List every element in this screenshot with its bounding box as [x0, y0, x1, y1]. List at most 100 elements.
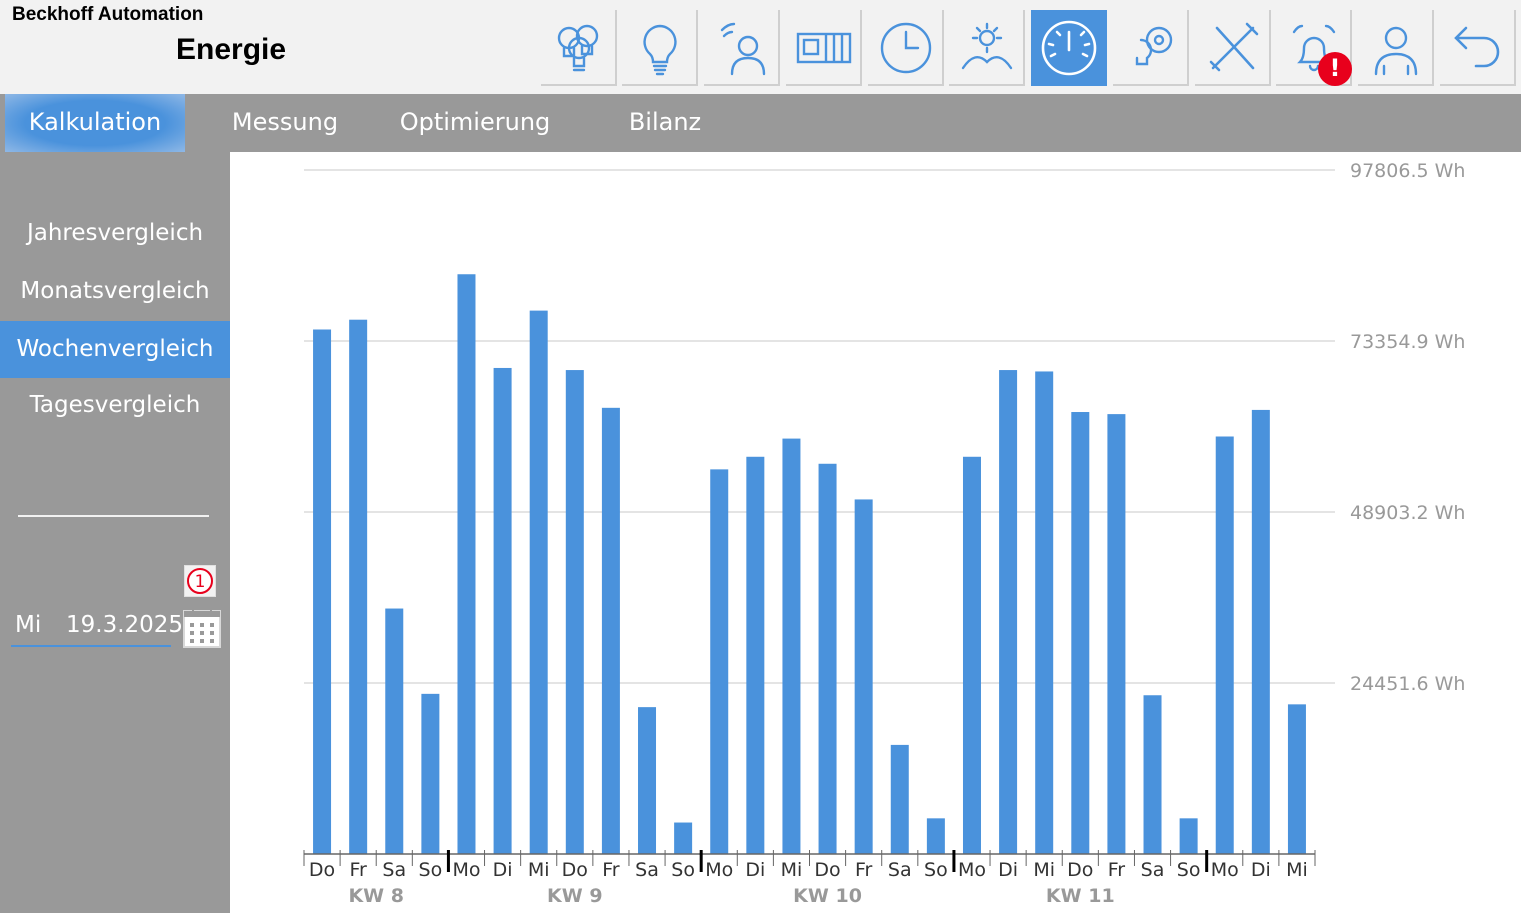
x-tick-label: Mi	[1033, 859, 1055, 881]
bar	[926, 818, 945, 854]
y-tick-label: 73354.9 Wh	[1350, 331, 1465, 353]
lightbulb-button[interactable]	[622, 10, 698, 86]
bar	[962, 456, 981, 854]
company-name: Beckhoff Automation	[12, 4, 204, 25]
x-tick-label: Do	[309, 859, 335, 881]
x-tick-label: Di	[493, 859, 513, 881]
x-tick-label: Fr	[349, 859, 367, 881]
bar	[890, 744, 909, 854]
x-tick-label: Di	[745, 859, 765, 881]
weather-icon	[961, 22, 1013, 70]
x-tick-label: Fr	[602, 859, 620, 881]
weather-button[interactable]	[949, 10, 1025, 86]
clock-button[interactable]	[868, 10, 944, 86]
y-tick-label: 48903.2 Wh	[1350, 502, 1465, 524]
x-tick-label: Di	[998, 859, 1018, 881]
date-field-underline	[11, 645, 171, 647]
bar	[385, 608, 404, 854]
blinds-button[interactable]	[786, 10, 862, 86]
pending-count-icon: 1	[187, 568, 213, 594]
tools-button[interactable]	[1195, 10, 1271, 86]
bar	[601, 407, 620, 854]
bar	[782, 438, 801, 854]
bar	[1035, 371, 1054, 854]
presence-button[interactable]	[704, 10, 780, 86]
sidebar: Jahresvergleich Monatsvergleich Wochenve…	[0, 152, 266, 913]
bar	[1143, 695, 1162, 854]
bar	[638, 707, 657, 854]
x-tick-label: So	[924, 859, 948, 881]
sidebar-item-monatsvergleich[interactable]: Monatsvergleich	[0, 263, 230, 320]
x-tick-label: Mo	[452, 859, 480, 881]
energy-gauge-icon	[1041, 20, 1097, 76]
user-button[interactable]	[1358, 10, 1434, 86]
sidebar-item-wochenvergleich[interactable]: Wochenvergleich	[0, 321, 230, 378]
x-tick-label: Fr	[855, 859, 873, 881]
week-label: KW 10	[793, 885, 862, 907]
x-tick-label: Mo	[1211, 859, 1239, 881]
bar	[421, 693, 440, 854]
bar	[1179, 818, 1198, 854]
pending-count-badge: 1	[184, 565, 216, 597]
x-tick-label: Do	[814, 859, 840, 881]
weekly-energy-bar-chart: 97806.5 Wh 73354.9 Wh 48903.2 Wh 24451.6 Wh…	[303, 160, 1465, 907]
x-tick-label: Do	[1067, 859, 1093, 881]
x-tick-label: Do	[562, 859, 588, 881]
clock-icon	[880, 22, 932, 74]
tab-kalkulation[interactable]: Kalkulation	[5, 94, 185, 152]
x-tick-label: Mo	[705, 859, 733, 881]
tab-bar: Kalkulation Messung Optimierung Bilanz	[0, 94, 1521, 152]
bar	[854, 499, 873, 854]
x-tick-label: Mo	[958, 859, 986, 881]
y-tick-label: 97806.5 Wh	[1350, 160, 1465, 182]
date-field[interactable]: 19.3.2025	[66, 612, 183, 638]
bar	[999, 370, 1018, 854]
calendar-icon[interactable]	[182, 607, 222, 649]
bar	[529, 310, 548, 854]
blinds-icon	[796, 32, 852, 64]
bar	[1215, 436, 1234, 854]
tools-icon	[1209, 22, 1259, 72]
x-tick-label: Mi	[1286, 859, 1308, 881]
bar	[746, 456, 765, 854]
week-label: KW 8	[348, 885, 404, 907]
x-tick-label: Mi	[528, 859, 550, 881]
energy-button[interactable]	[1031, 10, 1107, 86]
x-tick-label: Sa	[888, 859, 912, 881]
sidebar-divider	[18, 515, 209, 517]
page-title: Energie	[176, 33, 287, 66]
lighting-groups-button[interactable]	[541, 10, 617, 86]
bar	[493, 367, 512, 854]
x-tick-label: Sa	[1141, 859, 1165, 881]
bar	[565, 370, 584, 854]
tab-bilanz[interactable]: Bilanz	[580, 94, 750, 152]
alarm-badge-text: !	[1329, 54, 1341, 82]
sidebar-item-jahresvergleich[interactable]: Jahresvergleich	[0, 205, 230, 262]
x-tick-label: So	[419, 859, 443, 881]
bar	[818, 463, 837, 854]
x-tick-label: Sa	[382, 859, 406, 881]
back-icon	[1454, 26, 1500, 68]
weekday-label: Mi	[15, 612, 42, 638]
back-button[interactable]	[1440, 10, 1516, 86]
user-icon	[1374, 26, 1418, 76]
x-tick-label: Mi	[781, 859, 803, 881]
alarm-badge: !	[1318, 52, 1352, 86]
bar	[674, 822, 693, 854]
bar	[1287, 704, 1306, 854]
bar	[349, 319, 368, 854]
pending-count-text: 1	[195, 572, 206, 592]
tab-optimierung[interactable]: Optimierung	[390, 94, 560, 152]
x-tick-label: Sa	[635, 859, 659, 881]
header-bar: Beckhoff Automation Energie !	[0, 0, 1521, 94]
tab-messung[interactable]: Messung	[200, 94, 370, 152]
bar	[1107, 414, 1126, 854]
lighting-groups-icon	[557, 24, 599, 72]
sidebar-item-tagesvergleich[interactable]: Tagesvergleich	[0, 377, 230, 434]
x-tick-label: So	[671, 859, 695, 881]
settings-button[interactable]	[1113, 10, 1189, 86]
x-tick-label: So	[1177, 859, 1201, 881]
bar	[1251, 409, 1270, 854]
y-tick-label: 24451.6 Wh	[1350, 673, 1465, 695]
settings-icon	[1135, 26, 1173, 66]
